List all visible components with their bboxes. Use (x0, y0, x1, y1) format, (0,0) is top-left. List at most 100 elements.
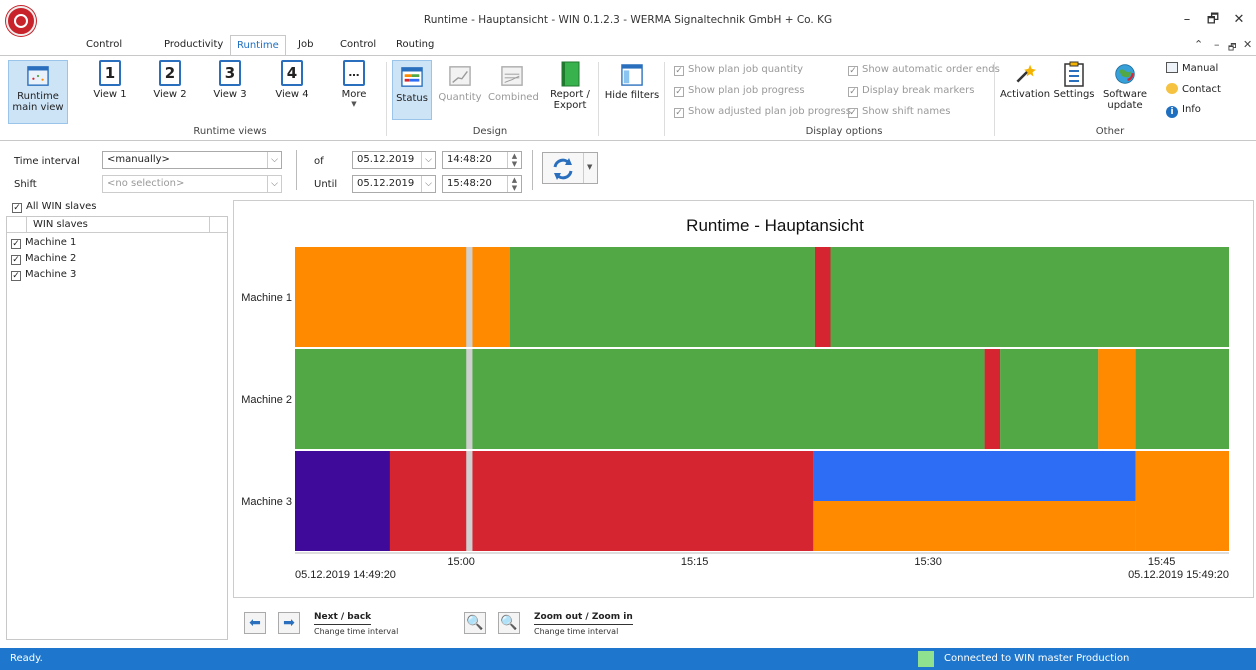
view-1-button[interactable]: 1 View 1 (88, 60, 132, 100)
checkbox-icon: ✓ (848, 108, 858, 118)
filter-panel-icon (621, 64, 643, 86)
software-update-label: Software update (1102, 89, 1148, 111)
refresh-dropdown-icon[interactable]: ▼ (587, 163, 592, 171)
option-show-shift-names[interactable]: ✓ Show shift names (848, 106, 951, 118)
slave-panel: ✓ All WIN slaves WIN slaves ✓ Machine 1 ✓ M… (6, 200, 228, 640)
time-interval-select[interactable]: <manually> ⌵ (102, 151, 282, 169)
tab-job[interactable]: Job (292, 35, 319, 55)
activation-button[interactable]: Activation (1000, 60, 1050, 100)
option-display-break-markers[interactable]: ✓ Display break markers (848, 85, 974, 97)
list-item-machine-1[interactable]: ✓ Machine 1 (11, 237, 76, 249)
software-update-button[interactable]: Software update (1100, 60, 1150, 111)
timeline-segment (295, 349, 467, 449)
arrow-right-icon: ➡ (283, 615, 295, 631)
option-label: Show plan job quantity (688, 64, 804, 75)
view-3-button[interactable]: 3 View 3 (208, 60, 252, 100)
combined-design-button[interactable]: Combined (488, 60, 539, 103)
tab-runtime[interactable]: Runtime (230, 35, 286, 55)
checkbox-icon: ✓ (674, 87, 684, 97)
option-label: Show automatic order ends (862, 64, 1000, 75)
chevron-down-icon: ⌵ (267, 152, 281, 168)
chevron-down-icon: ⌵ (421, 152, 435, 168)
view-4-button[interactable]: 4 View 4 (270, 60, 314, 100)
runtime-main-view-button[interactable]: Runtime main view (8, 60, 68, 124)
app-window: Runtime - Hauptansicht - WIN 0.1.2.3 - W… (0, 0, 1256, 670)
report-export-button[interactable]: Report / Export (544, 60, 596, 111)
next-button[interactable]: ➡ (278, 612, 300, 634)
manual-link[interactable]: Manual (1166, 62, 1218, 74)
list-item-machine-2[interactable]: ✓ Machine 2 (11, 253, 76, 265)
x-start-label: 05.12.2019 14:49:20 (295, 569, 396, 581)
checkbox-icon: ✓ (848, 87, 858, 97)
option-show-adjusted-plan-job-progress[interactable]: ✓ Show adjusted plan job progress (674, 106, 851, 118)
until-time-picker[interactable]: 15:48:20 ▲ ▼ (442, 175, 522, 193)
view-2-icon: 2 (159, 60, 181, 86)
option-show-automatic-order-ends[interactable]: ✓ Show automatic order ends (848, 64, 1000, 76)
timeline-segment (830, 247, 1229, 347)
view-2-button[interactable]: 2 View 2 (148, 60, 192, 100)
timeline-segment (1098, 349, 1136, 449)
view-1-label: View 1 (93, 89, 127, 100)
timeline-segment (295, 451, 390, 551)
more-views-button[interactable]: … More ▼ (332, 60, 376, 108)
timeline-segment (295, 247, 467, 347)
window-title: Runtime - Hauptansicht - WIN 0.1.2.3 - W… (423, 14, 833, 26)
view-4-icon: 4 (281, 60, 303, 86)
zoom-in-button[interactable]: 🔍 (498, 612, 520, 634)
all-slaves-checkbox[interactable]: ✓ All WIN slaves (12, 201, 96, 213)
hide-filters-button[interactable]: Hide filters (604, 60, 660, 101)
timeline-segment (472, 451, 814, 551)
minimize-button[interactable]: – (1176, 10, 1198, 30)
manual-label: Manual (1182, 63, 1219, 74)
zoom-subtitle: Change time interval (534, 627, 619, 636)
tab-control[interactable]: Control (334, 35, 382, 55)
checkbox-checked-icon: ✓ (11, 255, 21, 265)
mdi-minimize-icon[interactable]: – (1214, 38, 1220, 51)
report-book-icon (561, 61, 580, 87)
option-label: Show plan job progress (688, 85, 805, 96)
mdi-close-icon[interactable]: ✕ (1243, 38, 1252, 51)
row-label: Machine 2 (241, 394, 292, 406)
tab-routing[interactable]: Routing (390, 35, 440, 55)
until-date-picker[interactable]: 05.12.2019 ⌵ (352, 175, 436, 193)
back-button[interactable]: ⬅ (244, 612, 266, 634)
chart-title: Runtime - Hauptansicht (686, 216, 864, 235)
clipboard-settings-icon (1064, 61, 1084, 87)
combined-chart-icon (501, 66, 523, 86)
shift-label: Shift (14, 179, 37, 190)
arrow-left-icon: ⬅ (249, 615, 261, 631)
status-bar: Ready. Connected to WIN master Productio… (0, 648, 1256, 670)
status-design-button[interactable]: Status (392, 60, 432, 120)
info-link[interactable]: i Info (1166, 104, 1201, 118)
restore-button[interactable]: 🗗 (1202, 10, 1224, 30)
contact-link[interactable]: Contact (1166, 83, 1221, 95)
tab-control-station[interactable]: Control station (80, 35, 128, 70)
title-bar: Runtime - Hauptansicht - WIN 0.1.2.3 - W… (0, 0, 1256, 36)
collapse-ribbon-icon[interactable]: ⌃ (1194, 38, 1203, 51)
from-time-picker[interactable]: 14:48:20 ▲ ▼ (442, 151, 522, 169)
connection-indicator (918, 651, 934, 667)
option-show-plan-job-quantity[interactable]: ✓ Show plan job quantity (674, 64, 803, 76)
group-other: Other (1095, 126, 1125, 137)
close-button[interactable]: ✕ (1228, 10, 1250, 30)
zoom-in-icon: 🔍 (500, 615, 518, 631)
spin-icon: ▲ ▼ (507, 152, 521, 168)
list-item-machine-3[interactable]: ✓ Machine 3 (11, 269, 76, 281)
x-tick-label: 15:45 (1148, 556, 1176, 568)
option-label: Display break markers (862, 85, 975, 96)
from-date-picker[interactable]: 05.12.2019 ⌵ (352, 151, 436, 169)
ribbon-separator (386, 62, 387, 136)
checkbox-icon: ✓ (674, 108, 684, 118)
zoom-out-button[interactable]: 🔍 (464, 612, 486, 634)
mdi-restore-icon[interactable]: 🗗 (1228, 40, 1236, 56)
slave-list-header: WIN slaves (7, 217, 227, 233)
refresh-button[interactable]: ▼ (542, 152, 598, 184)
chevron-down-icon: ⌵ (421, 176, 435, 192)
runtime-chart[interactable]: Runtime - Hauptansicht Machine 1 Machine … (234, 201, 1255, 599)
shift-select[interactable]: <no selection> ⌵ (102, 175, 282, 193)
settings-button[interactable]: Settings (1052, 60, 1096, 100)
quantity-design-button[interactable]: Quantity (436, 60, 484, 103)
option-show-plan-job-progress[interactable]: ✓ Show plan job progress (674, 85, 805, 97)
info-icon: i (1166, 106, 1178, 118)
tab-productivity[interactable]: Productivity (158, 35, 229, 55)
